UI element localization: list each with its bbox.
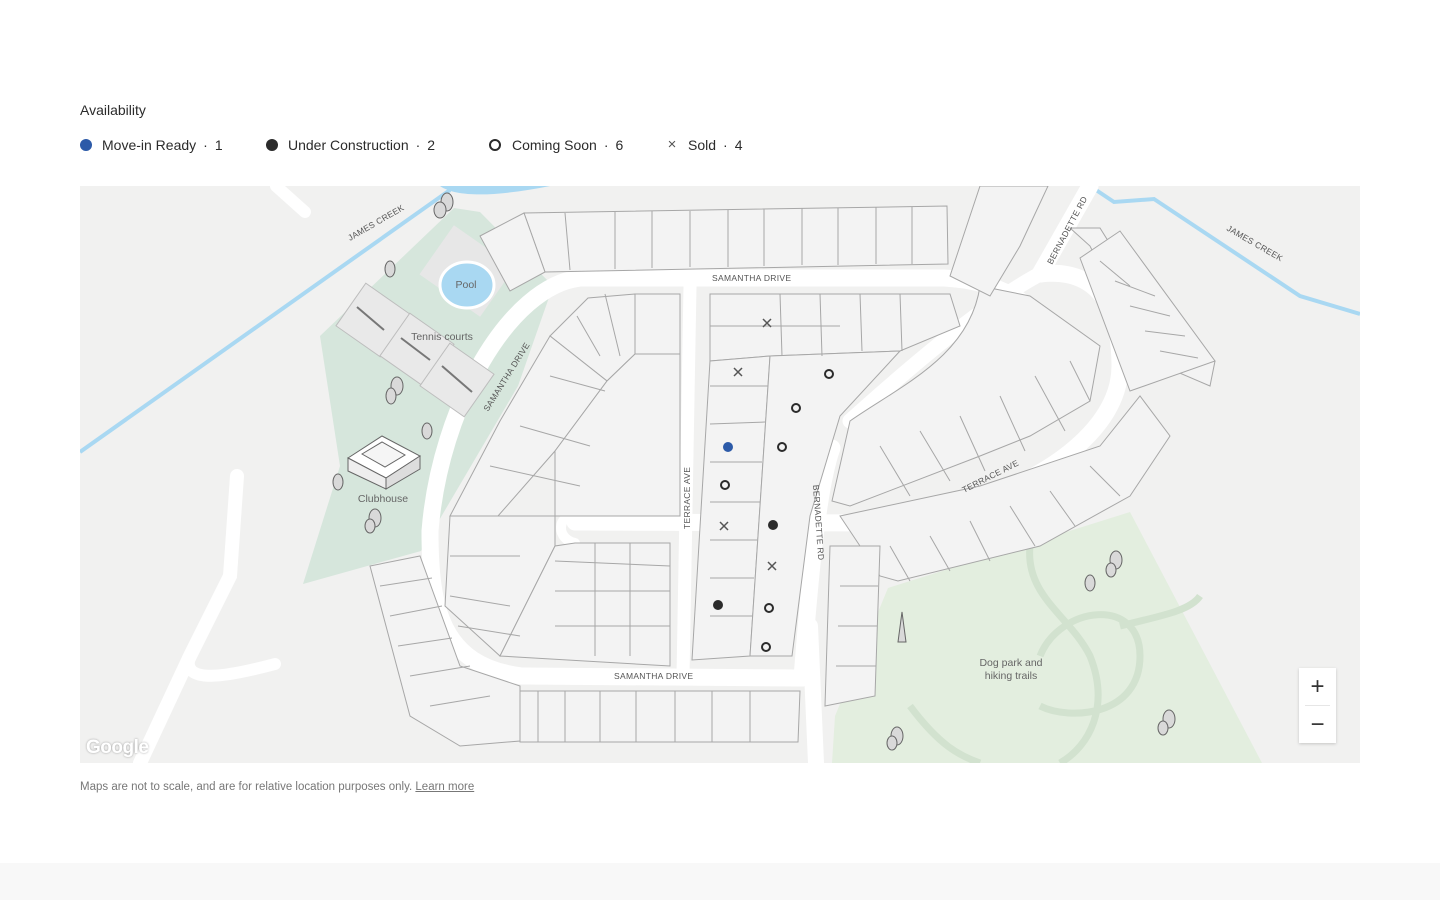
availability-title: Availability <box>80 102 146 118</box>
coming-soon-marker-icon <box>489 139 501 151</box>
footer-band <box>0 863 1440 900</box>
road-label-samantha-drive-top: SAMANTHA DRIVE <box>712 273 791 283</box>
amenity-label-clubhouse: Clubhouse <box>358 493 408 505</box>
creek-label-west: JAMES CREEK <box>346 202 406 242</box>
sold-marker-icon: × <box>667 136 677 153</box>
legend-label: Coming Soon <box>512 137 597 153</box>
zoom-controls: + − <box>1299 668 1336 743</box>
homesite-marker-under-construction[interactable] <box>768 520 778 530</box>
legend-item-move-in-ready: Move-in Ready · 1 <box>80 137 223 153</box>
availability-legend: Move-in Ready · 1 Under Construction · 2… <box>80 137 780 155</box>
amenity-label-tennis-courts: Tennis courts <box>411 331 473 343</box>
under-construction-marker-icon <box>266 139 278 151</box>
move-in-ready-marker-icon <box>80 139 92 151</box>
amenity-label-dog-park-line1: Dog park and <box>979 657 1042 669</box>
legend-separator: · <box>723 137 728 153</box>
legend-item-sold: × Sold · 4 <box>666 137 743 153</box>
legend-item-under-construction: Under Construction · 2 <box>266 137 435 153</box>
disclaimer-text: Maps are not to scale, and are for relat… <box>80 781 413 793</box>
legend-item-coming-soon: Coming Soon · 6 <box>488 137 623 153</box>
amenity-label-dog-park-line2: hiking trails <box>985 670 1038 682</box>
legend-count: 4 <box>734 137 743 153</box>
creek-label-east: JAMES CREEK <box>1225 223 1285 263</box>
legend-separator: · <box>203 137 208 153</box>
road-label-samantha-drive-bottom: SAMANTHA DRIVE <box>614 671 693 681</box>
legend-separator: · <box>603 137 609 153</box>
homesite-marker-under-construction[interactable] <box>713 600 723 610</box>
road-label-terrace-ave-vertical: TERRACE AVE <box>682 467 692 529</box>
homesite-marker-move-in-ready[interactable] <box>723 442 733 452</box>
legend-separator: · <box>415 137 421 153</box>
legend-label: Under Construction <box>288 137 409 153</box>
legend-count: 1 <box>214 137 223 153</box>
learn-more-link[interactable]: Learn more <box>415 781 474 793</box>
legend-label: Sold <box>688 137 717 153</box>
legend-label: Move-in Ready <box>102 137 197 153</box>
legend-count: 2 <box>427 137 436 153</box>
legend-count: 6 <box>615 137 624 153</box>
pond <box>440 186 550 195</box>
google-logo: Google <box>86 737 149 758</box>
map-disclaimer: Maps are not to scale, and are for relat… <box>80 781 474 793</box>
zoom-out-button[interactable]: − <box>1299 706 1336 743</box>
zoom-in-button[interactable]: + <box>1299 668 1336 705</box>
community-site-map[interactable]: SAMANTHA DRIVE SAMANTHA DRIVE SAMANTHA D… <box>80 186 1360 763</box>
amenity-label-pool: Pool <box>455 279 476 291</box>
